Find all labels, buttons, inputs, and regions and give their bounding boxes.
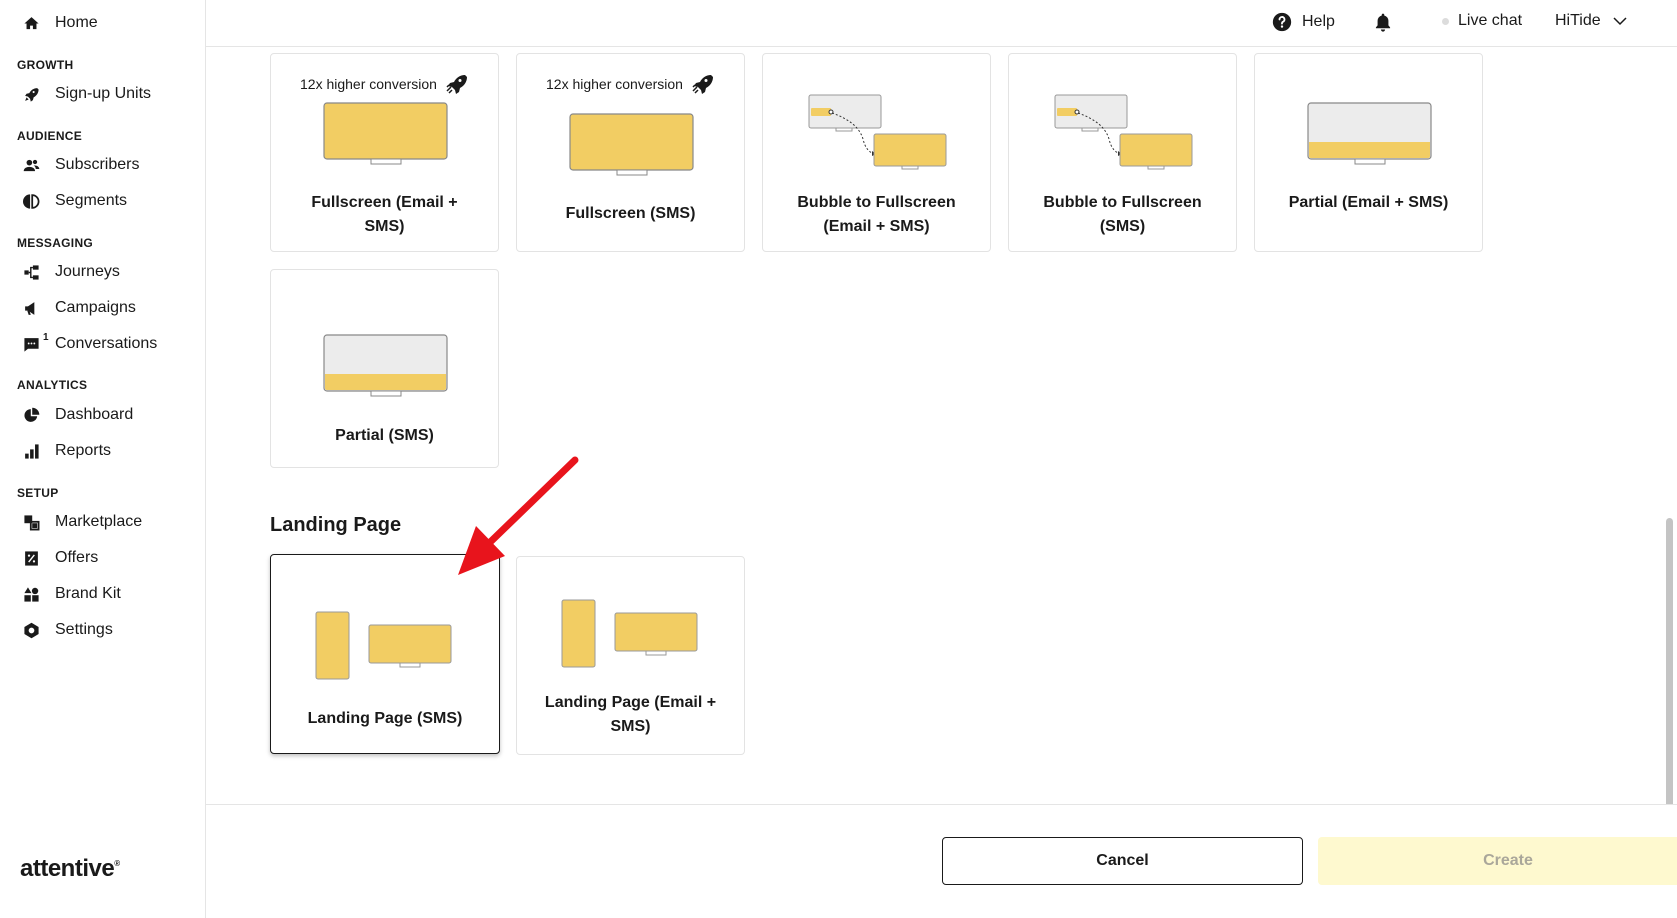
- section-growth: GROWTH: [17, 58, 74, 72]
- template-gallery: 12x higher conversion Fullscreen (Email …: [206, 48, 1677, 804]
- landing-page-illustration: [561, 599, 698, 668]
- footer-actions: Cancel Create: [206, 804, 1677, 918]
- nav-subscribers-label: Subscribers: [55, 156, 140, 173]
- card-bubble-email-sms[interactable]: Bubble to Fullscreen (Email + SMS): [762, 53, 991, 252]
- card-label: Partial (SMS): [335, 427, 434, 444]
- card-fullscreen-sms[interactable]: 12x higher conversion Fullscreen (SMS): [516, 53, 745, 252]
- section-messaging: MESSAGING: [17, 236, 94, 250]
- nav-campaigns[interactable]: Campaigns: [22, 294, 136, 322]
- conversion-note-text: 12x higher conversion: [300, 76, 437, 92]
- nav-dashboard-label: Dashboard: [55, 406, 134, 423]
- scrollbar[interactable]: [1666, 518, 1673, 804]
- home-icon: [22, 14, 40, 32]
- card-partial-email-sms[interactable]: Partial (Email + SMS): [1254, 53, 1483, 252]
- nav-reports-label: Reports: [55, 442, 112, 459]
- cancel-button[interactable]: Cancel: [942, 837, 1303, 885]
- logo-trademark: ®: [114, 859, 120, 868]
- card-label: Landing Page (Email + SMS): [544, 694, 717, 735]
- nav-dashboard[interactable]: Dashboard: [22, 401, 133, 429]
- nav-brand-kit[interactable]: Brand Kit: [22, 580, 121, 608]
- conversations-badge: 1: [43, 332, 49, 343]
- journeys-icon: [22, 263, 40, 281]
- nav-subscribers[interactable]: Subscribers: [22, 151, 139, 179]
- nav-settings[interactable]: Settings: [22, 616, 113, 644]
- brand-kit-icon: [22, 585, 40, 603]
- nav-campaigns-label: Campaigns: [55, 299, 136, 316]
- conversion-note: 12x higher conversion: [517, 72, 744, 96]
- card-fullscreen-email-sms[interactable]: 12x higher conversion Fullscreen (Email …: [270, 53, 499, 252]
- card-label: Partial (Email + SMS): [1288, 194, 1449, 211]
- chat-icon: 1: [22, 332, 49, 353]
- nav-home-label: Home: [55, 14, 98, 31]
- pie-chart-icon: [22, 406, 40, 424]
- partial-desktop-illustration: [323, 334, 448, 397]
- conversion-note: 12x higher conversion: [271, 72, 498, 96]
- sidebar: Home GROWTH Sign-up Units AUDIENCE Subsc…: [0, 0, 206, 918]
- megaphone-icon: [22, 299, 40, 317]
- bar-chart-icon: [22, 442, 40, 460]
- nav-offers-label: Offers: [55, 549, 99, 566]
- nav-offers[interactable]: Offers: [22, 544, 98, 572]
- nav-marketplace-label: Marketplace: [55, 513, 143, 530]
- bubble-fullscreen-illustration: [1054, 94, 1193, 170]
- card-partial-sms[interactable]: Partial (SMS): [270, 269, 499, 468]
- bubble-fullscreen-illustration: [808, 94, 947, 170]
- nav-journeys[interactable]: Journeys: [22, 258, 120, 286]
- attentive-logo[interactable]: attentive®: [20, 855, 120, 883]
- card-label: Fullscreen (Email + SMS): [311, 194, 458, 235]
- live-chat-button[interactable]: Live chat: [1442, 12, 1522, 30]
- notifications-button[interactable]: [1373, 12, 1393, 32]
- nav-segments-label: Segments: [55, 192, 128, 209]
- top-header: Help Live chat HiTide: [206, 0, 1677, 47]
- rocket-icon: [22, 85, 40, 103]
- nav-home[interactable]: Home: [22, 9, 98, 37]
- segments-icon: [22, 192, 40, 210]
- nav-segments[interactable]: Segments: [22, 187, 127, 215]
- card-label: Fullscreen (SMS): [565, 205, 696, 222]
- fullscreen-desktop-illustration: [569, 113, 694, 176]
- gear-icon: [22, 621, 40, 639]
- card-label: Landing Page (SMS): [307, 710, 463, 727]
- nav-reports[interactable]: Reports: [22, 437, 111, 465]
- section-audience: AUDIENCE: [17, 129, 83, 143]
- card-landing-email-sms[interactable]: Landing Page (Email + SMS): [516, 556, 745, 755]
- nav-marketplace[interactable]: Marketplace: [22, 508, 142, 536]
- section-setup: SETUP: [17, 486, 59, 500]
- create-button[interactable]: Create: [1318, 837, 1677, 885]
- help-label: Help: [1302, 13, 1335, 30]
- nav-conversations-label: Conversations: [55, 335, 158, 352]
- card-label: Bubble to Fullscreen (SMS): [1043, 194, 1202, 235]
- card-landing-sms[interactable]: Landing Page (SMS): [270, 554, 500, 754]
- marketplace-icon: [22, 513, 40, 531]
- nav-settings-label: Settings: [55, 621, 113, 638]
- help-button[interactable]: Help: [1272, 12, 1335, 32]
- rocket-icon: [692, 75, 713, 94]
- partial-desktop-illustration: [1307, 102, 1432, 165]
- offers-icon: [22, 549, 40, 567]
- account-menu[interactable]: HiTide: [1555, 12, 1629, 30]
- card-bubble-sms[interactable]: Bubble to Fullscreen (SMS): [1008, 53, 1237, 252]
- account-name: HiTide: [1555, 12, 1601, 29]
- users-icon: [22, 156, 40, 174]
- live-chat-label: Live chat: [1458, 12, 1523, 29]
- chevron-down-icon: [1611, 12, 1629, 30]
- section-title-landing-page: Landing Page: [270, 514, 402, 536]
- nav-brand-kit-label: Brand Kit: [55, 585, 121, 602]
- fullscreen-desktop-illustration: [323, 102, 448, 165]
- rocket-icon: [446, 75, 467, 94]
- nav-conversations[interactable]: 1 Conversations: [22, 330, 157, 358]
- nav-signup-units[interactable]: Sign-up Units: [22, 80, 151, 108]
- logo-text: attentive: [20, 855, 115, 882]
- bell-icon: [1373, 12, 1393, 32]
- help-icon: [1272, 12, 1292, 32]
- status-dot-icon: [1442, 17, 1449, 25]
- landing-page-illustration: [315, 611, 452, 680]
- conversion-note-text: 12x higher conversion: [546, 76, 683, 92]
- card-label: Bubble to Fullscreen (Email + SMS): [797, 194, 956, 235]
- section-analytics: ANALYTICS: [17, 378, 88, 392]
- nav-journeys-label: Journeys: [55, 263, 120, 280]
- nav-signup-units-label: Sign-up Units: [55, 85, 152, 102]
